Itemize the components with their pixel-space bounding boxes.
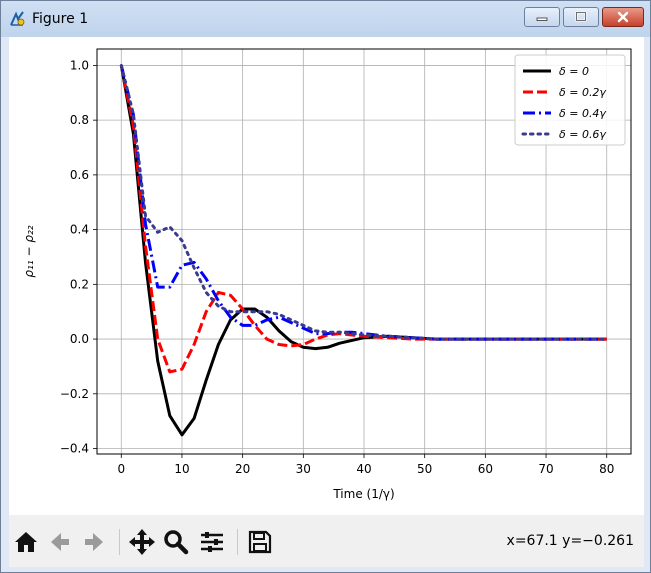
configure-subplots-icon [201, 532, 223, 552]
y-tick-label: −0.4 [60, 442, 89, 456]
x-tick-label: 80 [599, 462, 614, 476]
x-tick-label: 10 [174, 462, 189, 476]
cursor-coordinates: x=67.1 y=−0.261 [506, 533, 634, 549]
y-tick-label: −0.2 [60, 387, 89, 401]
maximize-button[interactable] [563, 7, 599, 27]
home-button[interactable] [11, 527, 41, 557]
minimize-button[interactable] [524, 7, 560, 27]
x-tick-label: 70 [538, 462, 553, 476]
x-tick-label: 50 [417, 462, 432, 476]
pan-icon [129, 529, 155, 555]
x-tick-label: 20 [235, 462, 250, 476]
maximize-icon [575, 11, 587, 22]
forward-button[interactable] [79, 527, 109, 557]
legend-label: δ = 0.4γ [559, 107, 606, 120]
matplotlib-app-icon [10, 11, 25, 26]
legend-label: δ = 0 [559, 65, 589, 78]
x-axis-label: Time (1/γ) [332, 487, 394, 501]
home-icon [15, 532, 37, 552]
y-axis-label: ρ₁₁ − ρ₂₂ [22, 225, 36, 277]
toolbar-separator [119, 529, 120, 555]
legend-label: δ = 0.2γ [559, 86, 606, 99]
x-tick-label: 0 [117, 462, 125, 476]
y-tick-label: 0.4 [70, 223, 89, 237]
y-tick-label: 1.0 [70, 58, 89, 72]
title-bar[interactable]: Figure 1 [1, 1, 650, 37]
x-tick-label: 60 [478, 462, 493, 476]
zoom-icon [164, 530, 189, 555]
close-icon [617, 11, 629, 23]
figure-window: Figure 1 0 10 20 30 40 50 60 70 80 −0.4 −0.2 0.0 0.2… [0, 0, 651, 573]
line-chart: 0 10 20 30 40 50 60 70 80 −0.4 −0.2 0.0 0.2 0.4 0.6 0.8… [22, 48, 632, 501]
x-tick-label: 40 [356, 462, 371, 476]
zoom-button[interactable] [161, 527, 191, 557]
y-tick-label: 0.2 [70, 277, 89, 291]
minimize-icon [536, 17, 548, 21]
y-tick-label: 0.0 [70, 332, 89, 346]
configure-subplots-button[interactable] [197, 527, 227, 557]
window-title: Figure 1 [32, 11, 89, 27]
legend-label: δ = 0.6γ [559, 128, 606, 141]
forward-arrow-icon [85, 533, 103, 551]
figure-canvas[interactable]: 0 10 20 30 40 50 60 70 80 −0.4 −0.2 0.0 0.2 0.4 0.6 0.8… [9, 37, 644, 515]
pan-button[interactable] [127, 527, 157, 557]
save-icon [248, 530, 272, 554]
toolbar-separator [237, 529, 238, 555]
y-tick-label: 0.8 [70, 113, 89, 127]
save-button[interactable] [245, 527, 275, 557]
back-button[interactable] [45, 527, 75, 557]
y-tick-label: 0.6 [70, 168, 89, 182]
back-arrow-icon [51, 533, 69, 551]
x-tick-label: 30 [296, 462, 311, 476]
navigation-toolbar: x=67.1 y=−0.261 [9, 515, 644, 567]
legend: δ = 0 δ = 0.2γ δ = 0.4γ δ = 0.6γ [514, 54, 626, 146]
close-button[interactable] [602, 7, 644, 27]
